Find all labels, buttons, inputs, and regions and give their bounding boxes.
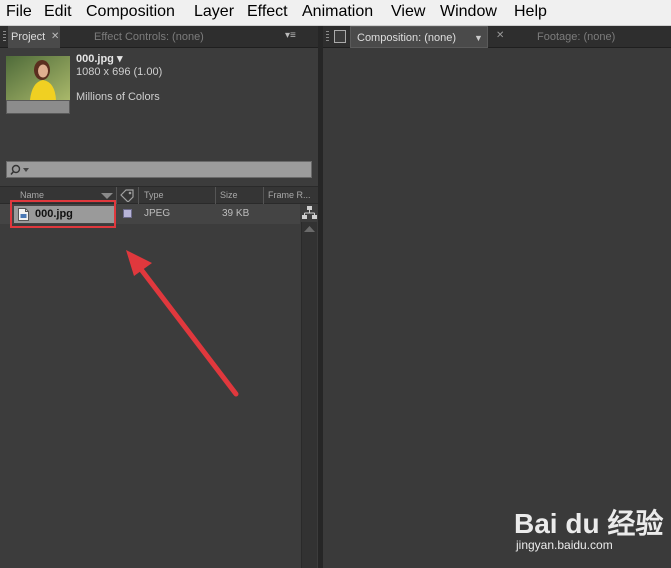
search-input[interactable] xyxy=(6,161,312,178)
column-type[interactable]: Type xyxy=(144,190,164,200)
baidu-watermark-url: jingyan.baidu.com xyxy=(516,538,613,552)
baidu-watermark-logo: Bai du 经验 xyxy=(514,508,664,539)
panel-grip-icon[interactable] xyxy=(326,31,329,43)
preview-colors: Millions of Colors xyxy=(76,91,160,103)
tab-composition[interactable]: Composition: (none) ▼ xyxy=(350,26,488,48)
item-size: 39 KB xyxy=(222,208,250,219)
menu-animation[interactable]: Animation xyxy=(302,3,373,21)
tab-project[interactable]: Project ✕ xyxy=(8,26,60,48)
column-frame-rate[interactable]: Frame R... xyxy=(268,190,311,200)
close-icon[interactable]: ✕ xyxy=(496,30,504,41)
lock-icon[interactable] xyxy=(334,30,346,43)
column-name[interactable]: Name xyxy=(20,190,44,200)
viewer-tab-strip: Composition: (none) ▼ ✕ Footage: (none) xyxy=(323,26,671,48)
project-panel xyxy=(0,48,318,568)
column-size[interactable]: Size xyxy=(220,190,238,200)
label-tag-icon[interactable] xyxy=(120,189,134,202)
menu-layer[interactable]: Layer xyxy=(194,3,234,21)
flowchart-icon[interactable] xyxy=(302,206,317,220)
menu-bar: File Edit Composition Layer Effect Anima… xyxy=(0,0,671,26)
search-icon[interactable] xyxy=(10,164,32,176)
footage-thumbnail xyxy=(6,56,70,100)
preview-filename[interactable]: 000.jpg ▾ xyxy=(76,52,122,65)
panel-grip-icon[interactable] xyxy=(3,31,6,43)
thumbnail-image xyxy=(6,56,70,100)
item-type: JPEG xyxy=(144,208,171,219)
menu-effect[interactable]: Effect xyxy=(247,3,288,21)
panel-divider[interactable] xyxy=(318,26,323,568)
label-color-swatch[interactable] xyxy=(123,209,132,218)
sort-arrow-icon[interactable] xyxy=(101,192,113,200)
preview-dimensions: 1080 x 696 (1.00) xyxy=(76,66,163,78)
annotation-highlight-box xyxy=(10,200,116,228)
menu-help[interactable]: Help xyxy=(514,3,547,21)
menu-view[interactable]: View xyxy=(391,3,425,21)
tab-footage[interactable]: Footage: (none) xyxy=(537,26,637,48)
menu-composition[interactable]: Composition xyxy=(86,3,175,21)
thumbnail-base xyxy=(6,100,70,114)
project-scrollbar[interactable] xyxy=(301,222,317,568)
project-tab-strip: Project ✕ Effect Controls: (none) ▾≡ xyxy=(0,26,318,48)
scroll-up-icon[interactable] xyxy=(304,225,315,233)
panel-menu-icon[interactable]: ▾≡ xyxy=(285,30,296,41)
tab-effect-controls[interactable]: Effect Controls: (none) xyxy=(94,26,244,48)
chevron-down-icon[interactable]: ▼ xyxy=(474,27,483,49)
close-icon[interactable]: ✕ xyxy=(51,26,59,48)
menu-file[interactable]: File xyxy=(6,3,32,21)
menu-window[interactable]: Window xyxy=(440,3,497,21)
menu-edit[interactable]: Edit xyxy=(44,3,72,21)
